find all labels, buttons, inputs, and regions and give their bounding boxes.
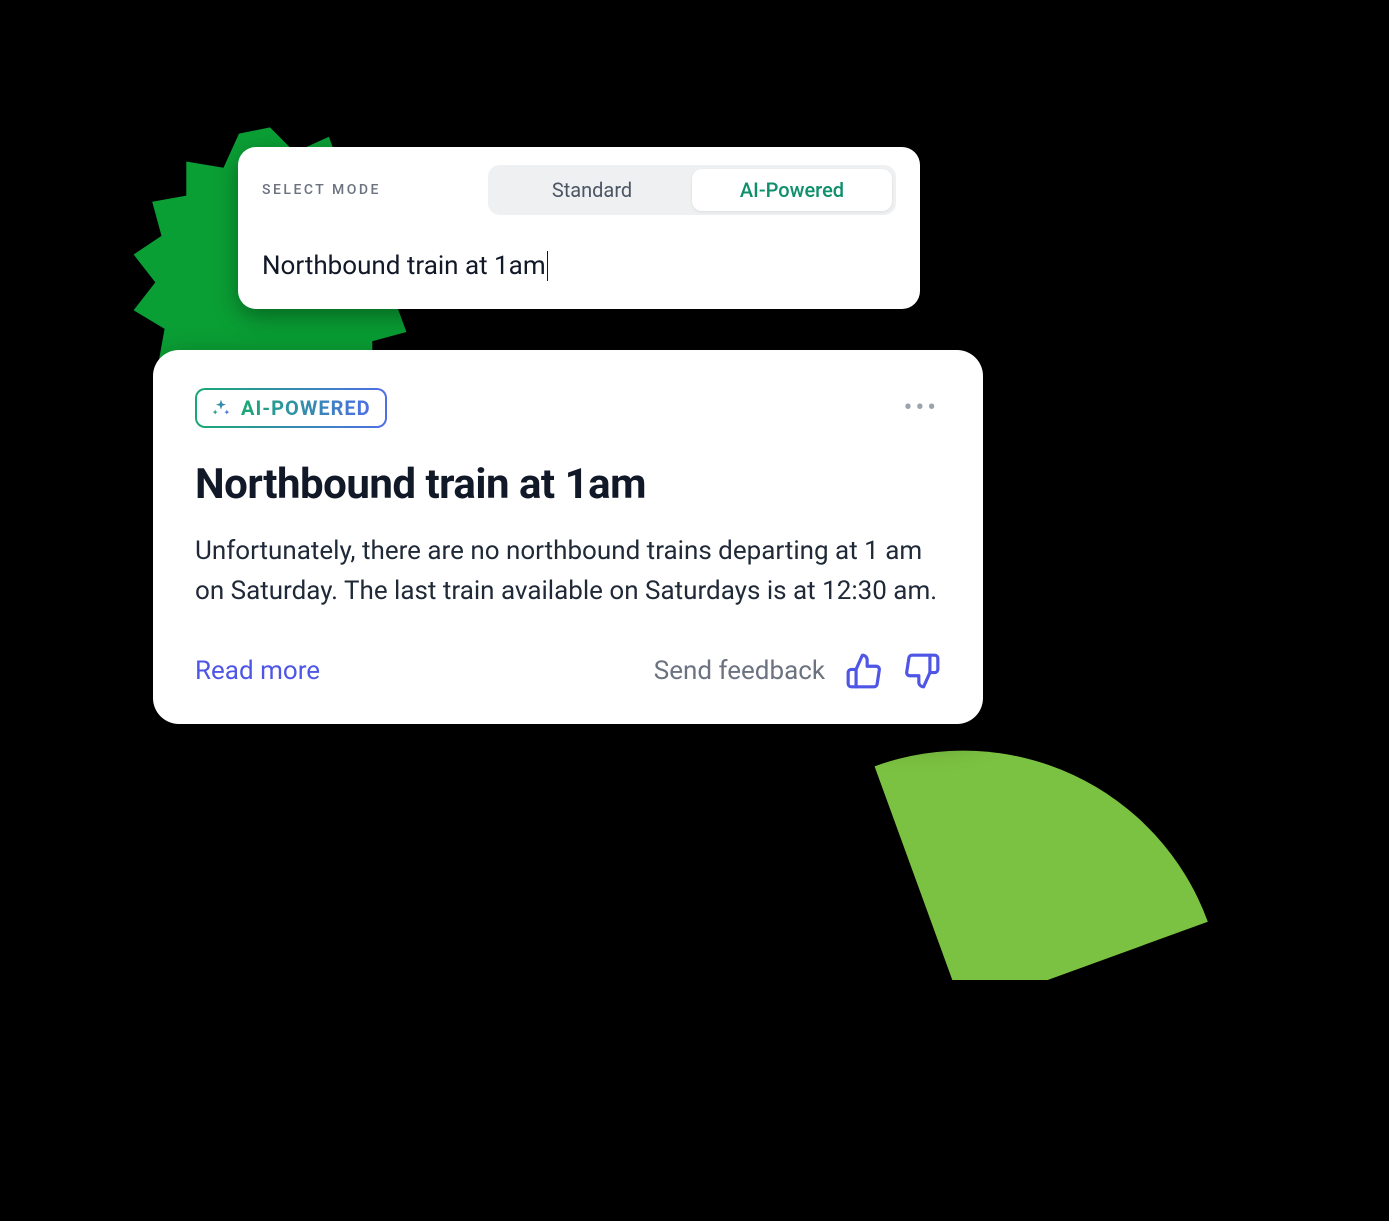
- thumbs-down-icon[interactable]: [903, 652, 941, 690]
- ai-badge: AI-POWERED: [195, 388, 387, 428]
- search-card: SELECT MODE Standard AI-Powered Northbou…: [238, 147, 920, 309]
- sparkle-icon: [211, 398, 231, 418]
- result-title: Northbound train at 1am: [195, 460, 941, 509]
- result-body: Unfortunately, there are no northbound t…: [195, 531, 941, 612]
- more-options-button[interactable]: •••: [902, 391, 941, 425]
- result-footer: Read more Send feedback: [195, 652, 941, 690]
- search-query-text: Northbound train at 1am: [262, 251, 546, 281]
- result-header-row: AI-POWERED •••: [195, 388, 941, 428]
- read-more-link[interactable]: Read more: [195, 656, 320, 686]
- text-caret: [547, 251, 549, 281]
- mode-toggle: Standard AI-Powered: [488, 165, 896, 215]
- decorative-wedge: [874, 720, 1234, 980]
- thumbs-up-icon[interactable]: [845, 652, 883, 690]
- mode-label: SELECT MODE: [262, 182, 381, 198]
- mode-selector-row: SELECT MODE Standard AI-Powered: [262, 165, 896, 215]
- feedback-group: Send feedback: [654, 652, 941, 690]
- result-card: AI-POWERED ••• Northbound train at 1am U…: [153, 350, 983, 724]
- mode-option-ai[interactable]: AI-Powered: [692, 169, 892, 211]
- ai-badge-label: AI-POWERED: [241, 396, 371, 420]
- mode-option-standard[interactable]: Standard: [492, 169, 692, 211]
- search-input[interactable]: Northbound train at 1am: [262, 251, 896, 281]
- feedback-label: Send feedback: [654, 656, 825, 686]
